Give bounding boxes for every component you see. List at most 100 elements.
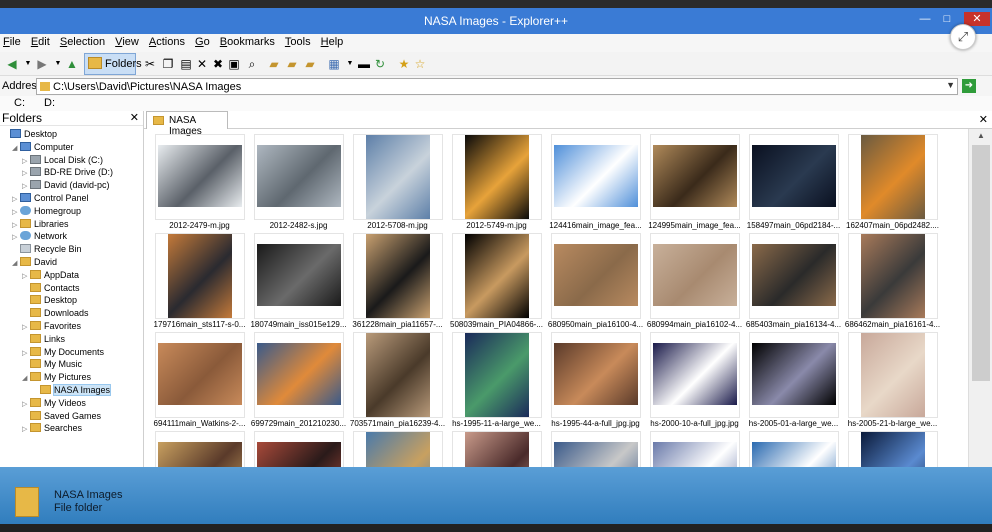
file-thumbnail[interactable]: 694111main_Watkins-2-... bbox=[150, 329, 249, 429]
menu-file[interactable]: File bbox=[0, 34, 25, 48]
move-to-folder-icon[interactable]: ▰ bbox=[284, 56, 300, 72]
tree-item[interactable]: Links bbox=[22, 333, 65, 345]
expander-icon[interactable]: ◢ bbox=[22, 373, 30, 385]
refresh-icon[interactable]: ↻ bbox=[372, 56, 388, 72]
delete-icon[interactable]: ✕ bbox=[194, 56, 210, 72]
file-thumbnail[interactable]: 2012-2482-s.jpg bbox=[249, 131, 348, 231]
file-thumbnail[interactable]: 685403main_pia16134-4... bbox=[744, 230, 843, 330]
new-folder-icon[interactable]: ▰ bbox=[302, 56, 318, 72]
tree-item[interactable]: ▷ Libraries bbox=[12, 218, 69, 230]
file-thumbnail[interactable]: hs-2005-21-b-large_we... bbox=[843, 329, 942, 429]
file-thumbnail[interactable]: 179716main_sts117-s-0... bbox=[150, 230, 249, 330]
up-icon[interactable]: ▲ bbox=[64, 56, 80, 72]
properties-icon[interactable]: ▣ bbox=[226, 56, 242, 72]
file-thumbnail[interactable]: 2012-5749-m.jpg bbox=[447, 131, 546, 231]
file-thumbnail[interactable]: 508039main_PIA04866-... bbox=[447, 230, 546, 330]
search-icon[interactable]: ⌕ bbox=[244, 56, 260, 72]
tree-item[interactable]: ◢ My Pictures bbox=[22, 371, 91, 383]
tree-item[interactable]: My Music bbox=[22, 358, 82, 370]
menu-bookmarks[interactable]: Bookmarks bbox=[217, 34, 279, 48]
drive-c[interactable]: C: bbox=[14, 97, 25, 109]
minimize-button[interactable]: — bbox=[916, 12, 934, 26]
cut-icon[interactable]: ✂ bbox=[142, 56, 158, 72]
menu-tools[interactable]: Tools bbox=[282, 34, 315, 48]
file-thumbnail[interactable]: 2012-2479-m.jpg bbox=[150, 131, 249, 231]
tree-item[interactable]: ▷ Local Disk (C:) bbox=[22, 154, 103, 166]
menu-help[interactable]: Help bbox=[318, 34, 348, 48]
file-thumbnail[interactable]: 680994main_pia16102-4... bbox=[645, 230, 744, 330]
tree-item[interactable]: ▷ Homegroup bbox=[12, 205, 81, 217]
tree-item[interactable]: ◢ David bbox=[12, 256, 57, 268]
file-name: 508039main_PIA04866-... bbox=[450, 320, 543, 329]
tree-item[interactable]: Contacts bbox=[22, 282, 80, 294]
delete-permanently-icon[interactable]: ✖ bbox=[210, 56, 226, 72]
copy-to-folder-icon[interactable]: ▰ bbox=[266, 56, 282, 72]
title-bar[interactable]: NASA Images - Explorer++ — □ ✕ bbox=[0, 8, 992, 34]
tree-item[interactable]: ▷ My Documents bbox=[22, 346, 104, 358]
file-thumbnail[interactable]: 686462main_pia16161-4... bbox=[843, 230, 942, 330]
tree-item[interactable]: Desktop bbox=[2, 128, 57, 140]
thumbnail-image bbox=[465, 135, 529, 219]
views-icon[interactable]: ▦ bbox=[326, 56, 342, 72]
file-thumbnail[interactable]: 124416main_image_fea... bbox=[546, 131, 645, 231]
file-thumbnail[interactable]: 699729main_201210230... bbox=[249, 329, 348, 429]
address-path[interactable]: C:\Users\David\Pictures\NASA Images bbox=[53, 81, 241, 93]
menu-view[interactable]: View bbox=[112, 34, 143, 48]
expander-icon[interactable]: ◢ bbox=[12, 143, 20, 155]
file-thumbnail[interactable]: 158497main_06pd2184-... bbox=[744, 131, 843, 231]
menu-selection[interactable]: Selection bbox=[57, 34, 109, 48]
bookmarks-icon[interactable]: ☆ bbox=[412, 56, 428, 72]
back-icon[interactable]: ◀ bbox=[4, 56, 20, 72]
expand-icon[interactable]: ⤢ bbox=[950, 24, 976, 50]
address-dropdown-icon[interactable]: ▼ bbox=[946, 80, 955, 90]
tree-item[interactable]: Desktop bbox=[22, 294, 77, 306]
file-thumbnail[interactable]: hs-2000-10-a-full_jpg.jpg bbox=[645, 329, 744, 429]
file-thumbnail[interactable]: 361228main_pia11657-... bbox=[348, 230, 447, 330]
file-thumbnail[interactable]: 2012-5708-m.jpg bbox=[348, 131, 447, 231]
maximize-button[interactable]: □ bbox=[938, 12, 956, 26]
menu-edit[interactable]: Edit bbox=[28, 34, 54, 48]
drive-d[interactable]: D: bbox=[44, 97, 55, 109]
file-thumbnail[interactable]: hs-1995-11-a-large_we... bbox=[447, 329, 546, 429]
tree-item[interactable]: ▷ Control Panel bbox=[12, 192, 89, 204]
folders-button[interactable]: Folders bbox=[84, 53, 142, 75]
vertical-scrollbar[interactable]: ▲ bbox=[968, 129, 992, 475]
file-thumbnail[interactable]: 680950main_pia16100-4... bbox=[546, 230, 645, 330]
tab-nasa-images[interactable]: NASA Images bbox=[146, 111, 228, 137]
tree-item[interactable]: ◢ Computer bbox=[12, 141, 74, 153]
paste-icon[interactable]: ▤ bbox=[178, 56, 194, 72]
close-button[interactable]: ✕ bbox=[964, 12, 990, 26]
go-button[interactable]: ➜ bbox=[962, 79, 976, 93]
thumbnail-frame bbox=[749, 332, 839, 418]
forward-icon[interactable]: ▶ bbox=[34, 56, 50, 72]
add-bookmark-icon[interactable]: ★ bbox=[396, 56, 412, 72]
file-thumbnail[interactable]: 180749main_iss015e129... bbox=[249, 230, 348, 330]
scroll-up-icon[interactable]: ▲ bbox=[969, 129, 992, 143]
copy-icon[interactable]: ❐ bbox=[160, 56, 176, 72]
file-thumbnail[interactable]: hs-1995-44-a-full_jpg.jpg bbox=[546, 329, 645, 429]
file-thumbnail[interactable]: 124995main_image_fea... bbox=[645, 131, 744, 231]
tree-item[interactable]: ▷ Searches bbox=[22, 422, 82, 434]
tree-item[interactable]: Recycle Bin bbox=[12, 243, 82, 255]
scrollbar-thumb[interactable] bbox=[972, 145, 990, 381]
file-thumbnail[interactable]: 703571main_pia16239-4... bbox=[348, 329, 447, 429]
tree-item[interactable]: NASA Images bbox=[32, 384, 112, 396]
file-thumbnail[interactable]: 162407main_06pd2482.... bbox=[843, 131, 942, 231]
address-field[interactable]: C:\Users\David\Pictures\NASA Images ▼ bbox=[36, 78, 958, 95]
tree-item[interactable]: ▷ BD-RE Drive (D:) bbox=[22, 166, 113, 178]
close-tab-icon[interactable]: ✕ bbox=[979, 113, 988, 126]
tree-item[interactable]: ▷ Favorites bbox=[22, 320, 81, 332]
close-folders-pane-icon[interactable]: ✕ bbox=[130, 111, 139, 124]
expander-icon[interactable]: ▷ bbox=[22, 424, 30, 436]
file-thumbnail[interactable]: hs-2005-01-a-large_we... bbox=[744, 329, 843, 429]
tree-item[interactable]: ▷ David (david-pc) bbox=[22, 179, 110, 191]
tree-item[interactable]: ▷ AppData bbox=[22, 269, 79, 281]
command-prompt-icon[interactable]: ▬ bbox=[356, 56, 372, 72]
menu-go[interactable]: Go bbox=[192, 34, 214, 48]
expander-icon[interactable]: ◢ bbox=[12, 258, 20, 270]
tree-item[interactable]: Downloads bbox=[22, 307, 89, 319]
tree-item[interactable]: Saved Games bbox=[22, 410, 101, 422]
tree-item[interactable]: ▷ My Videos bbox=[22, 397, 86, 409]
tree-item[interactable]: ▷ Network bbox=[12, 230, 67, 242]
menu-actions[interactable]: Actions bbox=[146, 34, 189, 48]
